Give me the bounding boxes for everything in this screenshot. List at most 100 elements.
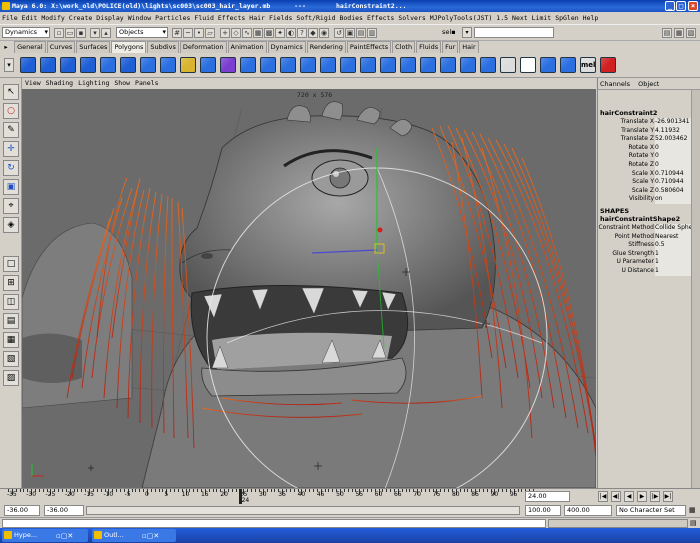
character-set-dropdown[interactable]: No Character Set xyxy=(616,505,686,516)
lock-selection-icon[interactable]: ◆ xyxy=(308,28,318,38)
manipulator-tool-icon[interactable]: ⌖ xyxy=(3,198,19,214)
menu-file[interactable]: File xyxy=(0,14,20,22)
step-forward-key-icon[interactable]: |▶ xyxy=(650,491,660,502)
shape-channel-row[interactable]: U Parameter 1 xyxy=(598,258,700,267)
object-menu[interactable]: Object xyxy=(638,80,659,88)
poly-reduce-icon[interactable] xyxy=(240,57,256,73)
paint-select-tool-icon[interactable]: ✎ xyxy=(3,122,19,138)
ipr-render-icon[interactable]: ▤ xyxy=(356,28,366,38)
pick-rendering-icon[interactable]: ◐ xyxy=(286,28,296,38)
poly-extract-icon[interactable] xyxy=(180,57,196,73)
menu-particles[interactable]: Particles xyxy=(153,14,192,22)
range-bar[interactable] xyxy=(86,506,520,515)
lasso-tool-icon[interactable]: ○ xyxy=(3,103,19,119)
last-tool-icon[interactable]: ◈ xyxy=(3,217,19,233)
range-bar-handle[interactable] xyxy=(87,507,519,514)
menu-effects[interactable]: Effects xyxy=(365,14,396,22)
history-icon[interactable]: ↺ xyxy=(334,28,344,38)
menu-display[interactable]: Display xyxy=(94,14,125,22)
channel-row[interactable]: Scale Y 0.710944 xyxy=(598,178,700,187)
channel-row[interactable]: Rotate Z0 xyxy=(598,161,700,170)
menu-hair[interactable]: Hair xyxy=(247,14,267,22)
poly-collapse-icon[interactable] xyxy=(380,57,396,73)
time-slider[interactable]: -35 -30 -25 -20 -15 -10 -5 0 5 10 15 20 25 30 35 40 45 50… xyxy=(0,488,700,505)
channel-box-node-name[interactable]: hairConstraint2 xyxy=(600,109,657,117)
channel-row[interactable]: Translate Y 4.11932 xyxy=(598,126,700,136)
single-perspective-layout-icon[interactable]: □ xyxy=(3,256,19,272)
channels-menu[interactable]: Channels xyxy=(600,80,630,88)
close-button[interactable]: × xyxy=(688,1,698,11)
render-frame-icon[interactable]: ▣ xyxy=(345,28,355,38)
numeric-input-field[interactable] xyxy=(474,27,554,38)
minimize-button[interactable]: _ xyxy=(665,1,675,11)
menu-next-limit[interactable]: Next Limit xyxy=(510,14,553,22)
poly-sphere-icon[interactable] xyxy=(20,57,36,73)
open-scene-icon[interactable]: ▭ xyxy=(65,28,75,38)
play-forward-icon[interactable]: ▶ xyxy=(637,491,647,502)
viewport-menu-show[interactable]: Show xyxy=(114,79,130,87)
menu-soft-rigid-bodies[interactable]: Soft/Rigid Bodies xyxy=(294,14,365,22)
playback-start-field[interactable]: -36.00 xyxy=(44,505,84,516)
pick-handles-icon[interactable]: + xyxy=(220,28,230,38)
channel-row[interactable]: Rotate X0 xyxy=(598,143,700,153)
poly-torus-icon[interactable] xyxy=(120,57,136,73)
poly-extrude-edge-icon[interactable] xyxy=(300,57,316,73)
pick-surfaces-icon[interactable]: ▦ xyxy=(253,28,263,38)
taskbar-window-buttons-1[interactable]: ▫▢✕ xyxy=(56,530,73,543)
selection-mode-dropdown[interactable]: Objects xyxy=(116,27,168,38)
script-editor-icon[interactable]: ▤ xyxy=(690,519,699,528)
shelf-tab-general[interactable]: General xyxy=(14,41,46,53)
shape-channel-row[interactable]: Point Method Nearest xyxy=(598,232,700,242)
menu-solvers[interactable]: Solvers xyxy=(396,14,427,22)
checker-icon[interactable] xyxy=(520,57,536,73)
shelf-tab-dynamics[interactable]: Dynamics xyxy=(267,41,306,53)
maximize-button[interactable]: □ xyxy=(676,1,686,11)
poly-bool-icon[interactable] xyxy=(200,57,216,73)
snap-point-icon[interactable]: • xyxy=(194,28,204,38)
channel-box-scrollbar[interactable] xyxy=(691,90,700,488)
shelf-tab-hair[interactable]: Hair xyxy=(459,41,479,53)
command-input[interactable] xyxy=(2,519,546,528)
scale-tool-icon[interactable]: ▣ xyxy=(3,179,19,195)
pick-dynamics-icon[interactable]: ✦ xyxy=(275,28,285,38)
select-hierarchy-icon[interactable]: ▾ xyxy=(90,28,100,38)
step-back-key-icon[interactable]: ◀| xyxy=(611,491,621,502)
shelf-tab-fur[interactable]: Fur xyxy=(442,41,459,53)
viewport-menu-shading[interactable]: Shading xyxy=(46,79,73,87)
poly-wedge-icon[interactable] xyxy=(400,57,416,73)
highlight-selection-icon[interactable]: ◉ xyxy=(319,28,329,38)
shelf-options-icon[interactable]: ▸ xyxy=(0,42,12,53)
shape-channel-row[interactable]: Glue Strength 1 xyxy=(598,249,700,259)
animation-preferences-icon[interactable]: ▦ xyxy=(689,506,698,515)
menu-create[interactable]: Create xyxy=(67,14,94,22)
poly-extrude-face-icon[interactable] xyxy=(280,57,296,73)
mel-script-icon[interactable]: mel xyxy=(580,57,596,73)
new-scene-icon[interactable]: ▫ xyxy=(54,28,64,38)
poly-plane-icon[interactable] xyxy=(100,57,116,73)
taskbar-item-hypershade[interactable]: Hype... ▫▢✕ xyxy=(2,529,88,542)
rotate-tool-icon[interactable]: ↻ xyxy=(3,160,19,176)
shelf-tab-deformation[interactable]: Deformation xyxy=(179,41,227,53)
select-tool-icon[interactable]: ↖ xyxy=(3,84,19,100)
perspective-viewport[interactable]: View Shading Lighting Show Panels 720 x 576 xyxy=(22,78,596,488)
menu-modify[interactable]: Modify xyxy=(39,14,66,22)
shelf-tab-painteffects[interactable]: PaintEffects xyxy=(346,41,392,53)
poly-duplicate-icon[interactable] xyxy=(420,57,436,73)
snap-curve-icon[interactable]: ~ xyxy=(183,28,193,38)
poly-combine-icon[interactable] xyxy=(140,57,156,73)
shelf-tab-curves[interactable]: Curves xyxy=(46,41,76,53)
move-tool-icon[interactable]: ✛ xyxy=(3,141,19,157)
poly-cylinder-icon[interactable] xyxy=(60,57,76,73)
playback-end-field[interactable]: 100.00 xyxy=(525,505,561,516)
go-to-start-icon[interactable]: |◀ xyxy=(598,491,608,502)
show-attribute-editor-icon[interactable]: ▤ xyxy=(662,28,672,38)
shelf-tab-cloth[interactable]: Cloth xyxy=(392,41,416,53)
input-mode-dropdown[interactable]: ▾ xyxy=(462,27,472,38)
show-tool-settings-icon[interactable]: ▦ xyxy=(674,28,684,38)
menu-fluid-effects[interactable]: Fluid Effects xyxy=(192,14,247,22)
pick-joints-icon[interactable]: ◇ xyxy=(231,28,241,38)
poly-soften-icon[interactable] xyxy=(460,57,476,73)
poly-split-icon[interactable] xyxy=(340,57,356,73)
current-frame-field[interactable]: 24.00 xyxy=(525,491,570,502)
viewport-menu-panels[interactable]: Panels xyxy=(135,79,158,87)
